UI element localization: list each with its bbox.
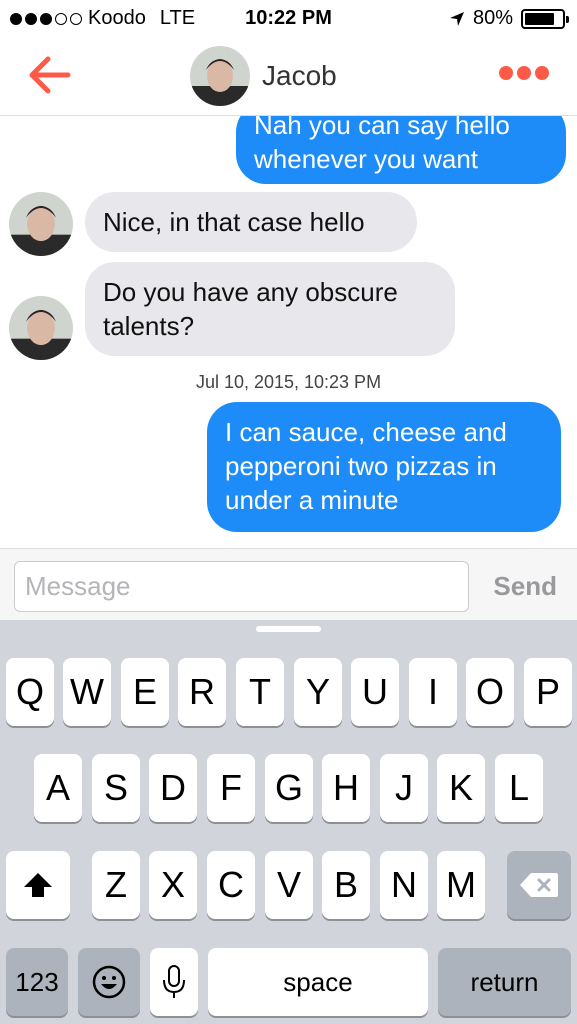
key-s[interactable]: S <box>92 754 140 822</box>
message-line: whenever you want <box>254 144 479 174</box>
message-input[interactable] <box>14 561 469 612</box>
key-j[interactable]: J <box>380 754 428 822</box>
incoming-message[interactable]: Nice, in that case hello <box>85 192 417 252</box>
chat-header: Jacob <box>0 38 577 116</box>
contact-avatar[interactable] <box>9 192 73 256</box>
contact-avatar[interactable] <box>9 296 73 360</box>
key-u[interactable]: U <box>351 658 399 726</box>
message-timestamp: Jul 10, 2015, 10:23 PM <box>195 372 382 392</box>
battery-icon <box>521 8 569 29</box>
battery-percent: 80% <box>472 7 513 29</box>
keyboard: Q W E R T Y U I O P A S D F G H J K L Z … <box>0 620 577 1024</box>
message-line: I can sauce, cheese and <box>225 417 507 447</box>
microphone-icon <box>163 965 185 998</box>
shift-key[interactable] <box>6 851 70 919</box>
message-line: Nah you can say hello <box>254 116 510 140</box>
key-l[interactable]: L <box>495 754 543 822</box>
return-key[interactable]: return <box>438 948 571 1016</box>
key-v[interactable]: V <box>265 851 313 919</box>
key-o[interactable]: O <box>466 658 514 726</box>
emoji-key[interactable] <box>78 948 140 1016</box>
compose-bar: Send <box>0 548 577 620</box>
message-line: pepperoni two pizzas in <box>225 451 497 481</box>
message-line: Nice, in that case hello <box>103 207 365 237</box>
location-arrow-icon <box>449 11 464 26</box>
key-a[interactable]: A <box>34 754 82 822</box>
key-g[interactable]: G <box>265 754 313 822</box>
contact-name[interactable]: Jacob <box>262 60 337 92</box>
message-line: talents? <box>103 311 195 341</box>
key-t[interactable]: T <box>236 658 284 726</box>
keyboard-handle[interactable] <box>256 626 321 632</box>
message-line: Do you have any obscure <box>103 277 398 307</box>
key-n[interactable]: N <box>380 851 428 919</box>
dictation-key[interactable] <box>150 948 198 1016</box>
key-y[interactable]: Y <box>294 658 342 726</box>
key-r[interactable]: R <box>178 658 226 726</box>
key-x[interactable]: X <box>149 851 197 919</box>
backspace-icon <box>520 873 558 897</box>
outgoing-message[interactable]: I can sauce, cheese and pepperoni two pi… <box>207 402 561 532</box>
delete-key[interactable] <box>507 851 571 919</box>
numbers-key[interactable]: 123 <box>6 948 68 1016</box>
key-m[interactable]: M <box>437 851 485 919</box>
more-dots-icon <box>499 66 513 80</box>
incoming-message[interactable]: Do you have any obscure talents? <box>85 262 455 356</box>
back-button[interactable] <box>26 54 72 96</box>
key-i[interactable]: I <box>409 658 457 726</box>
send-button[interactable]: Send <box>493 571 557 602</box>
arrow-left-icon <box>29 56 71 94</box>
key-k[interactable]: K <box>437 754 485 822</box>
key-p[interactable]: P <box>524 658 572 726</box>
key-e[interactable]: E <box>121 658 169 726</box>
status-right: 80% <box>449 7 569 30</box>
key-h[interactable]: H <box>322 754 370 822</box>
space-key[interactable]: space <box>208 948 428 1016</box>
key-d[interactable]: D <box>149 754 197 822</box>
more-options-button[interactable] <box>499 66 549 80</box>
emoji-face-icon <box>92 965 126 999</box>
message-line: under a minute <box>225 485 399 515</box>
status-bar: Koodo LTE 10:22 PM 80% <box>0 0 577 38</box>
key-b[interactable]: B <box>322 851 370 919</box>
contact-avatar[interactable] <box>190 46 250 106</box>
key-q[interactable]: Q <box>6 658 54 726</box>
key-w[interactable]: W <box>63 658 111 726</box>
key-f[interactable]: F <box>207 754 255 822</box>
outgoing-message[interactable]: Nah you can say hello whenever you want <box>236 116 566 184</box>
shift-arrow-icon <box>24 873 52 897</box>
message-list[interactable]: Nah you can say hello whenever you want … <box>0 116 577 548</box>
key-c[interactable]: C <box>207 851 255 919</box>
key-z[interactable]: Z <box>92 851 140 919</box>
